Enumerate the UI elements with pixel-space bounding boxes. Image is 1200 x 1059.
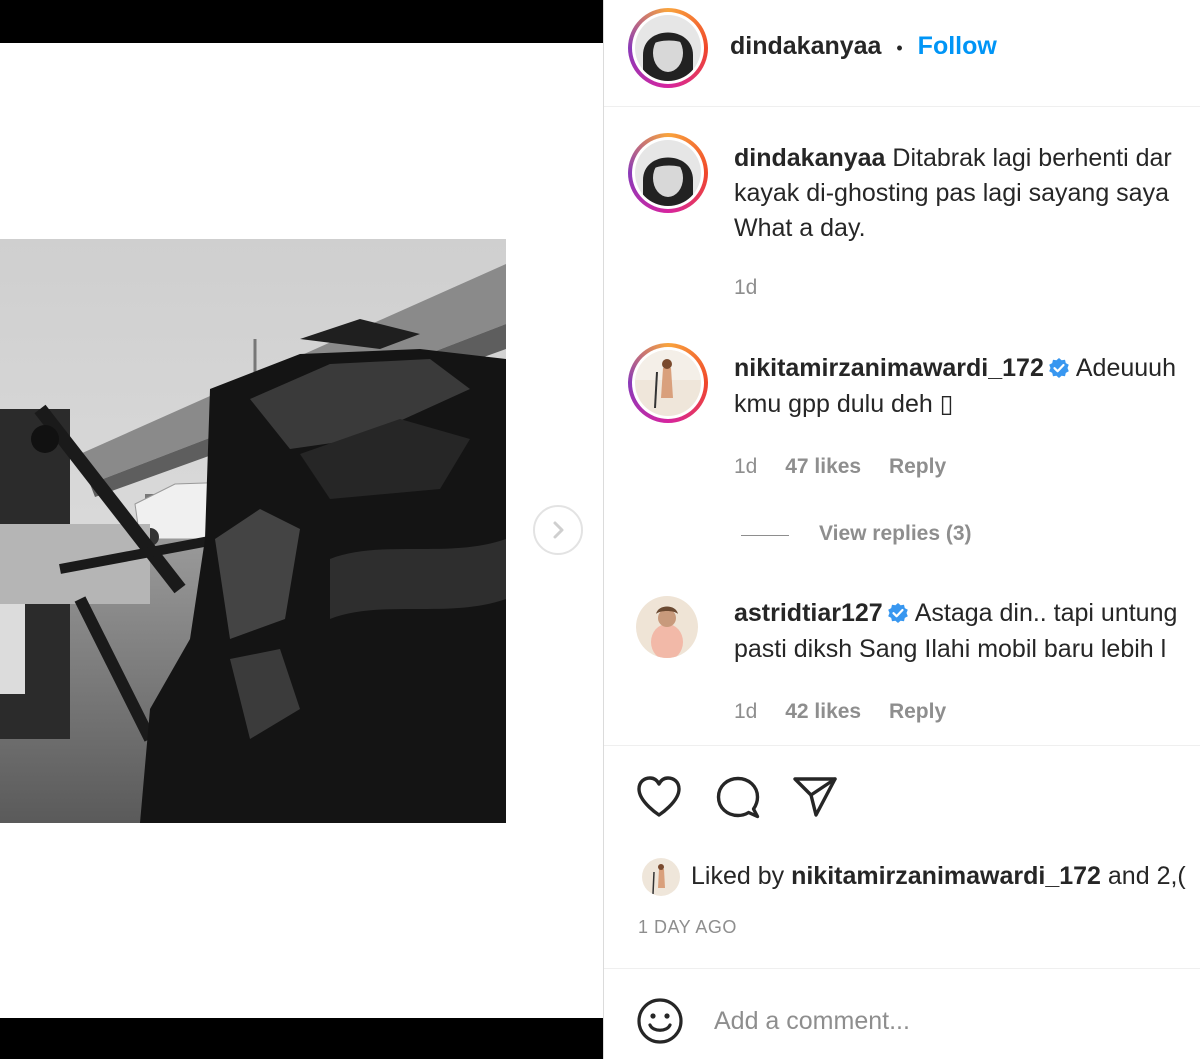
comment-avatar-1[interactable] [628, 343, 708, 423]
post-panel: dindakanyaa • Follow dindakanyaa Ditabra… [604, 0, 1200, 1059]
letterbox-bottom [0, 1018, 603, 1059]
author-avatar[interactable] [628, 8, 708, 88]
caption-line-1: dindakanyaa Ditabrak lagi berhenti dar [734, 140, 1172, 176]
likes-username[interactable]: nikitamirzanimawardi_172 [791, 862, 1101, 890]
comment-2-likes[interactable]: 42 likes [785, 700, 861, 723]
liker-avatar[interactable] [642, 858, 680, 896]
comment-2-reply-button[interactable]: Reply [889, 700, 946, 723]
next-slide-button[interactable] [533, 505, 583, 555]
comment-avatar-2[interactable] [636, 596, 698, 658]
verified-badge-icon [887, 603, 908, 623]
likes-summary: Liked by nikitamirzanimawardi_172 and 2,… [691, 858, 1186, 894]
comment-2-time: 1d [734, 700, 758, 723]
add-comment-input[interactable]: Add a comment... [714, 1003, 910, 1039]
author-username[interactable]: dindakanyaa [730, 32, 881, 60]
caption-line-2: kayak di-ghosting pas lagi sayang saya [734, 179, 1169, 207]
letterbox-top [0, 0, 603, 43]
comment-2-text-1: Astaga din.. tapi untung [914, 599, 1178, 627]
likes-prefix: Liked by [691, 862, 785, 890]
smiley-icon[interactable] [636, 997, 684, 1045]
chevron-right-icon [553, 521, 564, 539]
actions-divider [604, 745, 1200, 746]
view-replies-button[interactable]: View replies (3) [819, 522, 972, 546]
comment-1-time: 1d [734, 455, 758, 478]
comment-2-line-2: pasti diksh Sang Ilahi mobil baru lebih … [734, 635, 1167, 663]
caption-text-1: Ditabrak lagi berhenti dar [892, 144, 1172, 172]
caption-time: 1d [734, 276, 758, 299]
comment-2-username[interactable]: astridtiar127 [734, 599, 883, 627]
comment-1-reply-button[interactable]: Reply [889, 455, 946, 478]
paper-plane-icon[interactable] [792, 775, 838, 819]
comment-1-likes[interactable]: 47 likes [785, 455, 861, 478]
comment-1-meta: 1d 47 likes Reply [734, 455, 946, 479]
comment-bubble-icon[interactable] [715, 775, 761, 821]
header-separator: • [896, 38, 903, 58]
replies-line [741, 535, 789, 536]
comment-1-line-2: kmu gpp dulu deh ▯ [734, 390, 954, 418]
comment-1-username[interactable]: nikitamirzanimawardi_172 [734, 354, 1044, 382]
comment-1-text-1: Adeuuuh [1075, 354, 1176, 382]
verified-badge-icon [1049, 358, 1069, 378]
heart-icon[interactable] [636, 775, 682, 819]
caption-line-3: What a day. [734, 214, 866, 242]
comment-2-meta: 1d 42 likes Reply [734, 700, 946, 724]
comment-2-line-1: astridtiar127 Astaga din.. tapi untung [734, 595, 1177, 631]
post-header: dindakanyaa • Follow [730, 28, 997, 66]
comment-1-line-1: nikitamirzanimawardi_172 Adeuuuh [734, 350, 1176, 386]
header-divider [604, 106, 1200, 107]
media-pane [0, 0, 603, 1059]
caption-author-avatar[interactable] [628, 133, 708, 213]
caption-username[interactable]: dindakanyaa [734, 144, 885, 172]
post-timestamp: 1 DAY AGO [638, 917, 737, 937]
likes-suffix[interactable]: and 2,( [1108, 862, 1186, 890]
comment-box-divider [604, 968, 1200, 969]
post-photo[interactable] [0, 239, 506, 823]
follow-button[interactable]: Follow [918, 32, 997, 60]
